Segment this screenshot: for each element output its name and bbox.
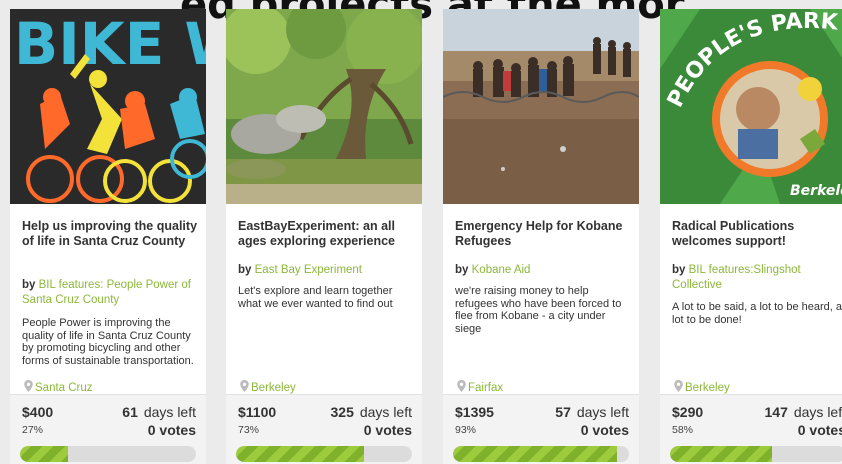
days-label: days left: [143, 404, 196, 420]
funding-progress-bar: [453, 446, 629, 462]
amount-raised: $1395: [455, 404, 494, 420]
project-author: by East Bay Experiment: [238, 263, 416, 278]
amount-raised: $1100: [238, 404, 277, 420]
project-card[interactable]: EastBayExperiment: an all ages exploring…: [226, 9, 422, 464]
funding-progress-fill: [670, 446, 773, 462]
percent-funded: 93%: [455, 424, 477, 436]
vote-count: 0 votes: [147, 422, 196, 438]
amount-raised: $290: [672, 404, 704, 420]
map-pin-icon: [457, 380, 466, 392]
project-author: by Kobane Aid: [455, 263, 633, 278]
project-title[interactable]: Radical Publications welcomes support!: [672, 219, 842, 249]
project-stats: $1395 93% 57 days left 0 votes: [443, 394, 639, 464]
days-number: 61: [122, 404, 138, 420]
author-link[interactable]: Kobane Aid: [472, 264, 531, 276]
project-image-refugees[interactable]: [443, 9, 639, 204]
location-label: Berkeley: [251, 382, 296, 394]
by-label: by: [672, 264, 686, 276]
vote-count: 0 votes: [363, 422, 412, 438]
by-label: by: [455, 264, 469, 276]
funding-progress-fill: [236, 446, 365, 462]
project-stats: $400 27% 61 days left 0 votes: [10, 394, 206, 464]
location-label: Fairfax: [468, 382, 504, 394]
vote-count: 0 votes: [797, 422, 842, 438]
location-label: Santa Cruz: [35, 382, 93, 394]
percent-funded: 73%: [238, 424, 260, 436]
days-number: 147: [764, 404, 788, 420]
project-location[interactable]: Berkeley: [674, 380, 730, 394]
project-title[interactable]: EastBayExperiment: an all ages exploring…: [238, 219, 414, 249]
by-label: by: [238, 264, 252, 276]
project-card[interactable]: Emergency Help for Kobane Refugees by Ko…: [443, 9, 639, 464]
project-author: by BIL features:Slingshot Collective: [672, 263, 842, 293]
project-stats: $290 58% 147 days left 0 votes: [660, 394, 842, 464]
map-pin-icon: [674, 380, 683, 392]
days-label: days left: [576, 404, 629, 420]
project-description: People Power is improving the quality of…: [22, 317, 194, 367]
project-description: A lot to be said, a lot to be heard, a l…: [672, 301, 842, 326]
project-description: we're raising money to help refugees who…: [455, 285, 622, 335]
project-location[interactable]: Berkeley: [240, 380, 296, 394]
author-link[interactable]: BIL features:Slingshot Collective: [672, 264, 801, 291]
funding-progress-bar: [236, 446, 412, 462]
funding-progress-bar: [670, 446, 842, 462]
percent-funded: 58%: [672, 424, 694, 436]
project-image-bike-week[interactable]: BIKE W: [10, 9, 206, 204]
days-number: 325: [330, 404, 354, 420]
project-stats: $1100 73% 325 days left 0 votes: [226, 394, 422, 464]
funding-progress-fill: [20, 446, 68, 462]
map-pin-icon: [240, 380, 249, 392]
funding-progress-fill: [453, 446, 617, 462]
project-title[interactable]: Emergency Help for Kobane Refugees: [455, 219, 631, 249]
project-card[interactable]: PEOPLE'S PARK Berkeley Radical Publicati…: [660, 9, 842, 464]
author-link[interactable]: East Bay Experiment: [255, 264, 362, 276]
days-number: 57: [555, 404, 571, 420]
project-title[interactable]: Help us improving the quality of life in…: [22, 219, 198, 249]
bike-week-text: BIKE W: [14, 10, 206, 78]
project-card-list: BIKE W Help us improving the quality of …: [0, 9, 842, 464]
peoples-park-city: Berkeley: [790, 183, 842, 199]
days-left: 147 days left: [765, 404, 842, 420]
days-left: 61 days left: [122, 404, 196, 420]
author-link[interactable]: BIL features: People Power of Santa Cruz…: [22, 279, 191, 306]
project-image-peoples-park[interactable]: PEOPLE'S PARK Berkeley: [660, 9, 842, 204]
location-label: Berkeley: [685, 382, 730, 394]
project-location[interactable]: Fairfax: [457, 380, 503, 394]
days-label: days left: [793, 404, 842, 420]
project-card[interactable]: BIKE W Help us improving the quality of …: [10, 9, 206, 464]
map-pin-icon: [24, 380, 33, 392]
funding-progress-bar: [20, 446, 196, 462]
days-left: 325 days left: [331, 404, 413, 420]
vote-count: 0 votes: [580, 422, 629, 438]
project-image-forest[interactable]: [226, 9, 422, 204]
project-description: Let's explore and learn together what we…: [238, 285, 393, 310]
amount-raised: $400: [22, 404, 54, 420]
project-author: by BIL features: People Power of Santa C…: [22, 278, 200, 308]
by-label: by: [22, 279, 36, 291]
percent-funded: 27%: [22, 424, 44, 436]
days-left: 57 days left: [555, 404, 629, 420]
days-label: days left: [359, 404, 412, 420]
project-location[interactable]: Santa Cruz: [24, 380, 93, 394]
